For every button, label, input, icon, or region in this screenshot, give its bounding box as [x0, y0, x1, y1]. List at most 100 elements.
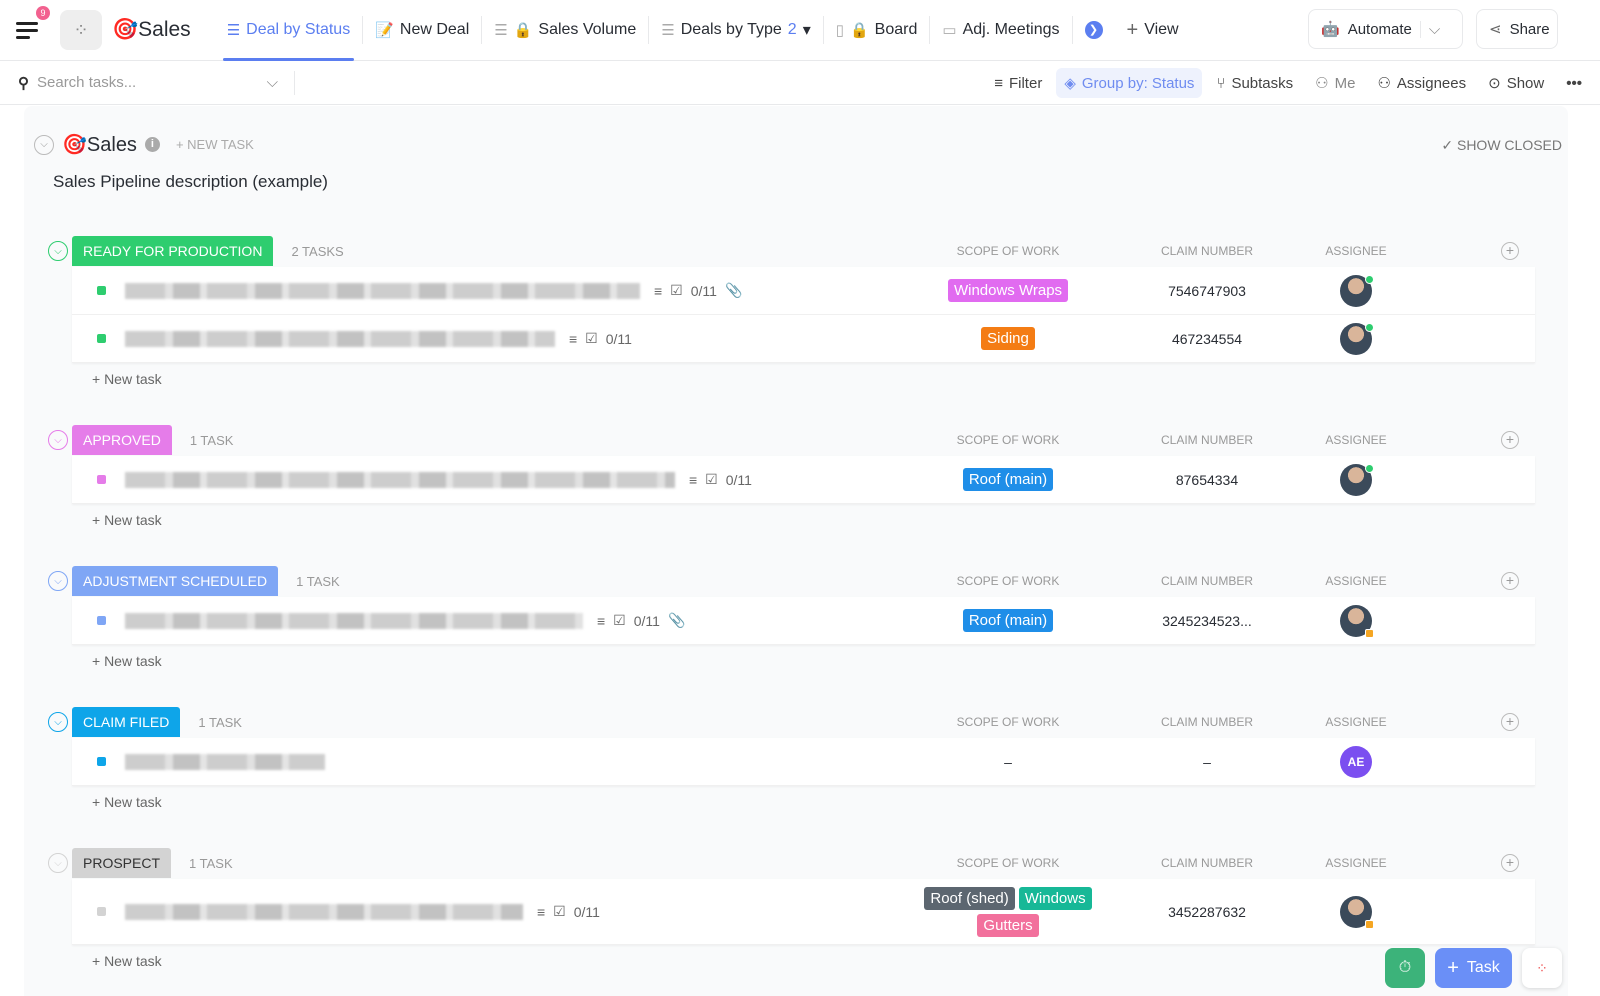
space-icon[interactable]: ⁘: [60, 10, 102, 50]
claim-number[interactable]: 7546747903: [1107, 283, 1307, 299]
collapse-group-icon[interactable]: ⌵: [48, 712, 68, 732]
task-name-redacted[interactable]: [125, 753, 325, 770]
add-view-button[interactable]: + View: [1115, 0, 1191, 61]
scope-cell[interactable]: Roof (shed) Windows Gutters: [908, 886, 1108, 937]
show-button[interactable]: ⊙ Show: [1480, 68, 1552, 98]
more-icon[interactable]: •••: [1558, 69, 1590, 98]
new-task-button[interactable]: + New task: [72, 645, 1568, 677]
tab-adj-meetings[interactable]: ▭ Adj. Meetings: [930, 0, 1071, 61]
column-header: CLAIM NUMBER: [1160, 715, 1254, 729]
avatar[interactable]: [1340, 895, 1374, 929]
checklist-icon: ☑: [670, 282, 683, 298]
add-column-icon[interactable]: +: [1501, 242, 1519, 260]
status-square[interactable]: [97, 616, 106, 625]
presence-indicator: [1365, 628, 1374, 638]
avatar[interactable]: AE: [1340, 745, 1372, 778]
new-task-button[interactable]: + New task: [72, 945, 1568, 977]
subtask-count: 0/11: [633, 612, 660, 629]
column-header: ASSIGNEE: [1325, 244, 1387, 258]
status-square[interactable]: [97, 334, 106, 343]
table-row[interactable]: ≡ ☑ 0/11 Siding 467234554: [72, 315, 1535, 363]
task-name-redacted[interactable]: [125, 330, 555, 347]
task-meta: ≡ ☑ 0/11 📎: [654, 282, 742, 299]
collapse-group-icon[interactable]: ⌵: [48, 571, 68, 591]
claim-number[interactable]: 3245234523...: [1107, 613, 1307, 629]
subtasks-button[interactable]: ⑂ Subtasks: [1208, 69, 1301, 98]
add-column-icon[interactable]: +: [1501, 572, 1519, 590]
timer-button[interactable]: ⏱: [1385, 948, 1425, 988]
collapse-group-icon[interactable]: ⌵: [48, 430, 68, 450]
task-count: 1 TASK: [296, 573, 340, 589]
info-icon[interactable]: i: [144, 137, 160, 152]
chevron-down-icon[interactable]: ⌵: [267, 74, 278, 91]
me-button[interactable]: ⚇ Me: [1307, 68, 1363, 98]
status-square[interactable]: [97, 757, 106, 766]
scope-cell[interactable]: Roof (main): [908, 468, 1108, 491]
table-row[interactable]: ≡ ☑ 0/11 📎 Windows Wraps 7546747903: [72, 267, 1535, 315]
lock-icon: 🔒: [513, 22, 533, 39]
form-icon: 📝: [375, 22, 394, 39]
status-pill: PROSPECT: [72, 848, 172, 878]
menu-icon[interactable]: 9: [16, 6, 50, 40]
new-task-button[interactable]: + NEW TASK: [176, 137, 254, 152]
show-closed-button[interactable]: ✓ SHOW CLOSED: [1441, 137, 1562, 154]
caret-down-icon[interactable]: ▾: [803, 20, 811, 40]
claim-number[interactable]: –: [1107, 754, 1307, 770]
add-column-icon[interactable]: +: [1501, 713, 1519, 731]
table-row[interactable]: ≡ ☑ 0/11 📎 Roof (main) 3245234523...: [72, 597, 1535, 645]
collapse-group-icon[interactable]: ⌵: [48, 241, 68, 261]
new-task-button[interactable]: + New task: [72, 504, 1568, 536]
column-header: ASSIGNEE: [1325, 433, 1387, 447]
status-square[interactable]: [97, 907, 106, 916]
collapse-icon[interactable]: ⌵: [34, 134, 54, 155]
scope-cell[interactable]: –: [908, 754, 1108, 770]
add-task-button[interactable]: + Task: [1435, 948, 1512, 988]
apps-icon[interactable]: ⁘: [1522, 948, 1562, 988]
filter-button[interactable]: ≡ Filter: [986, 69, 1050, 98]
status-square[interactable]: [97, 286, 106, 295]
chevron-down-icon[interactable]: ⌵: [1419, 20, 1440, 38]
task-name-redacted[interactable]: [125, 471, 675, 488]
tab-sales-volume[interactable]: ☰ 🔒 Sales Volume: [482, 0, 648, 61]
automate-button[interactable]: 🤖 Automate ⌵: [1308, 9, 1463, 49]
avatar[interactable]: [1340, 604, 1374, 638]
app-title: 🎯Sales: [112, 18, 191, 41]
checklist-icon: ☑: [585, 330, 598, 346]
table-row[interactable]: ≡ ☑ 0/11 Roof (main) 87654334: [72, 456, 1535, 504]
add-column-icon[interactable]: +: [1501, 854, 1519, 872]
presence-indicator: [1365, 919, 1374, 929]
scope-cell[interactable]: Siding: [908, 327, 1108, 350]
claim-number[interactable]: 3452287632: [1107, 904, 1307, 920]
avatar[interactable]: [1340, 463, 1374, 496]
collapse-group-icon[interactable]: ⌵: [48, 853, 68, 873]
add-column-icon[interactable]: +: [1501, 431, 1519, 449]
table-row[interactable]: – – AE: [72, 738, 1535, 786]
new-task-button[interactable]: + New task: [72, 786, 1568, 818]
tab-deal-by-status[interactable]: ☰ Deal by Status: [215, 0, 363, 61]
status-square[interactable]: [97, 475, 106, 484]
subtask-count: 0/11: [690, 282, 717, 299]
task-rows: ≡ ☑ 0/11 📎 Windows Wraps 7546747903 ≡ ☑ 0/11 Sidi…: [72, 267, 1535, 363]
avatar[interactable]: [1340, 274, 1374, 307]
task-count: 1 TASK: [189, 432, 234, 448]
task-count: 2 TASKS: [291, 243, 344, 259]
scope-cell[interactable]: Roof (main): [908, 609, 1108, 632]
tab-new-deal[interactable]: 📝 New Deal: [363, 0, 481, 61]
description-icon: ≡: [597, 612, 606, 629]
scope-cell[interactable]: Windows Wraps: [908, 279, 1108, 302]
claim-number[interactable]: 87654334: [1107, 472, 1307, 488]
share-button[interactable]: ⋖ Share: [1476, 9, 1558, 49]
assignees-button[interactable]: ⚇ Assignees: [1369, 68, 1474, 98]
group-by-button[interactable]: ◈ Group by: Status: [1056, 68, 1203, 98]
next-arrow-button[interactable]: ❯: [1073, 0, 1115, 61]
claim-number[interactable]: 467234554: [1107, 331, 1307, 347]
new-task-button[interactable]: + New task: [72, 363, 1568, 395]
table-row[interactable]: ≡ ☑ 0/11 Roof (shed) Windows Gutters 345228763…: [72, 879, 1535, 945]
task-name-redacted[interactable]: [125, 282, 640, 299]
task-name-redacted[interactable]: [125, 903, 523, 920]
task-name-redacted[interactable]: [125, 612, 583, 629]
tab-deals-by-type[interactable]: ☰ Deals by Type 2 ▾: [649, 0, 822, 61]
search-input[interactable]: ⚲ Search tasks... ⌵: [0, 70, 295, 95]
avatar[interactable]: [1340, 322, 1374, 355]
tab-board[interactable]: ▯ 🔒 Board: [824, 0, 930, 61]
